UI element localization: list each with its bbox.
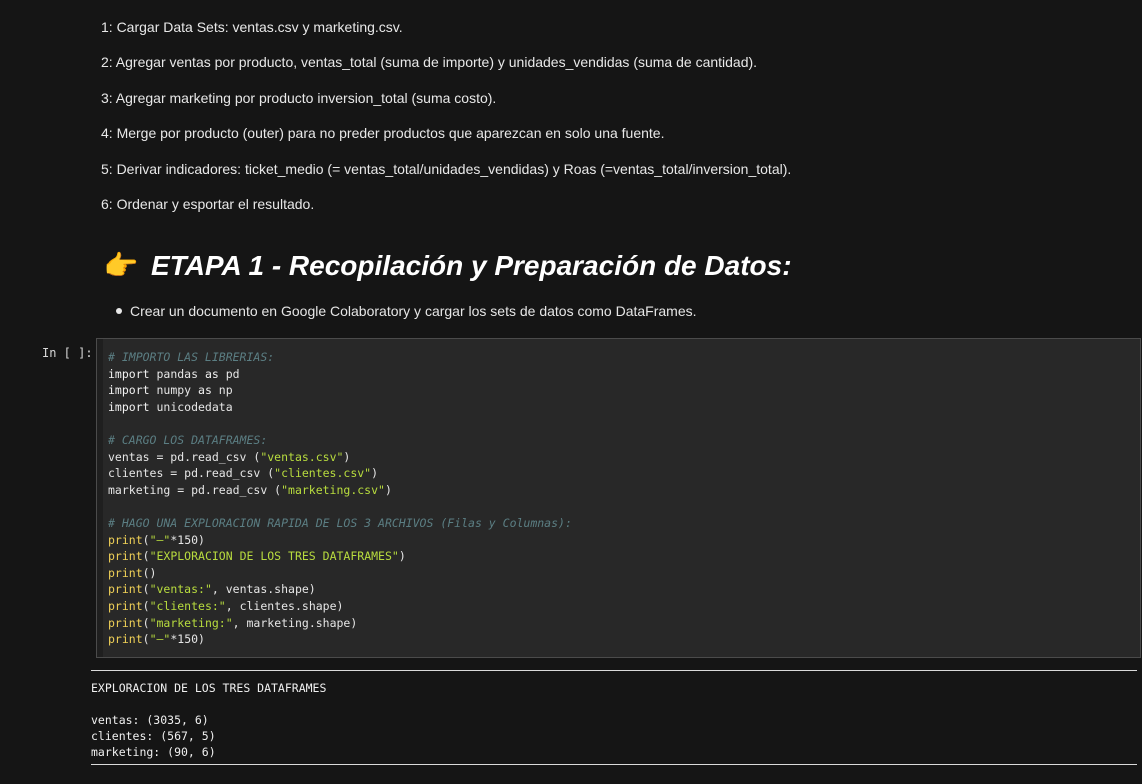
code-token: numpy (149, 383, 199, 398)
code-token: ( (142, 632, 150, 647)
step-3-text: 3: Agregar marketing por producto invers… (101, 90, 497, 106)
code-token: , marketing.shape) (232, 615, 358, 630)
code-token: pandas (149, 366, 205, 381)
code-token: , ventas.shape) (211, 582, 316, 597)
code-cell-left-bar (97, 339, 103, 657)
code-line: print("marketing:", marketing.shape) (108, 615, 572, 632)
code-token: import (108, 383, 150, 398)
code-line: clientes = pd.read_csv ("clientes.csv") (108, 465, 572, 482)
code-token: clientes = pd.read_csv ( (108, 466, 275, 481)
code-token: "marketing.csv" (281, 482, 385, 497)
code-token: "clientes.csv" (274, 466, 372, 481)
output-top-separator (91, 670, 1137, 671)
code-token: "marketing:" (149, 615, 233, 630)
step-6-text: 6: Ordenar y esportar el resultado. (101, 196, 315, 212)
code-line: print("EXPLORACION DE LOS TRES DATAFRAME… (108, 548, 572, 565)
step-4-text: 4: Merge por producto (outer) para no pr… (101, 125, 665, 141)
code-token: print (108, 615, 143, 630)
code-line: marketing = pd.read_csv ("marketing.csv"… (108, 482, 572, 499)
code-token: unicodedata (149, 399, 233, 414)
output-title: EXPLORACION DE LOS TRES DATAFRAMES (91, 681, 327, 695)
code-token: import (108, 399, 150, 414)
cell-output: EXPLORACION DE LOS TRES DATAFRAMES venta… (91, 680, 326, 760)
code-line: # CARGO LOS DATAFRAMES: (108, 432, 572, 449)
bullet-dot (116, 308, 122, 314)
code-line: print() (108, 565, 572, 582)
code-token: () (142, 565, 157, 580)
code-token: pd (218, 366, 240, 381)
code-token: print (108, 532, 143, 547)
code-line: print("clientes:", clientes.shape) (108, 598, 572, 615)
step-2-text: 2: Agregar ventas por producto, ventas_t… (101, 54, 758, 70)
output-bottom-separator (91, 764, 1137, 765)
code-line: print("—"*150) (108, 631, 572, 648)
notebook-page: 1: Cargar Data Sets: ventas.csv y market… (0, 0, 1142, 784)
code-token: print (108, 565, 143, 580)
code-token: ( (142, 615, 150, 630)
code-line: import unicodedata (108, 399, 572, 416)
step-1-text: 1: Cargar Data Sets: ventas.csv y market… (101, 19, 403, 35)
code-line: import pandas as pd (108, 366, 572, 383)
code-token: "ventas:" (149, 582, 212, 597)
code-token: ) (384, 482, 392, 497)
code-token: ) (398, 549, 406, 564)
code-token: *150) (170, 632, 205, 647)
output-blank-line (91, 696, 326, 712)
code-token: marketing = pd.read_csv ( (108, 482, 282, 497)
output-line: ventas: (3035, 6) (91, 713, 209, 727)
code-token: import (108, 366, 150, 381)
code-token: as (198, 383, 212, 398)
code-line: # IMPORTO LAS LIBRERIAS: (108, 349, 572, 366)
code-token: print (108, 582, 143, 597)
code-token: as (204, 366, 219, 381)
code-token: np (211, 383, 233, 398)
code-token: ) (371, 466, 379, 481)
code-token: print (108, 598, 143, 613)
code-cell-editor[interactable]: # IMPORTO LAS LIBRERIAS: import pandas as… (96, 338, 1141, 658)
code-token: print (108, 632, 143, 647)
code-token: *150) (170, 532, 205, 547)
code-token: "EXPLORACION DE LOS TRES DATAFRAMES" (149, 549, 399, 564)
stage-heading: 👉 ETAPA 1 - Recopilación y Preparación d… (103, 246, 792, 286)
code-token: ( (142, 549, 150, 564)
code-token: "—" (149, 532, 171, 547)
code-token: "—" (149, 632, 171, 647)
code-token: ( (142, 532, 150, 547)
bullet-item: Crear un documento en Google Colaborator… (113, 302, 697, 320)
code-token: "clientes:" (149, 598, 226, 613)
code-token: # HAGO UNA EXPLORACION RAPIDA DE LOS 3 A… (108, 515, 572, 530)
code-token: ) (343, 449, 351, 464)
bullet-text: Crear un documento en Google Colaborator… (130, 303, 697, 319)
code-line: ventas = pd.read_csv ("ventas.csv") (108, 449, 572, 466)
pointing-hand-icon: 👉 (103, 250, 139, 281)
code-line: print("—"*150) (108, 532, 572, 549)
code-line: print("ventas:", ventas.shape) (108, 581, 572, 598)
stage-heading-text: ETAPA 1 - Recopilación y Preparación de … (151, 250, 792, 281)
output-line: marketing: (90, 6) (91, 745, 216, 759)
code-token: ( (142, 582, 150, 597)
code-token: # IMPORTO LAS LIBRERIAS: (108, 350, 275, 364)
code-token: , clientes.shape) (225, 598, 344, 613)
cell-prompt: In [ ]: (42, 346, 93, 360)
output-line: clientes: (567, 5) (91, 729, 216, 743)
code-token: "ventas.csv" (260, 449, 344, 464)
step-5-text: 5: Derivar indicadores: ticket_medio (= … (101, 161, 792, 177)
code-line: import numpy as np (108, 382, 572, 399)
code-content[interactable]: # IMPORTO LAS LIBRERIAS: import pandas as… (108, 349, 572, 648)
code-token: # CARGO LOS DATAFRAMES: (108, 432, 268, 447)
code-line: # HAGO UNA EXPLORACION RAPIDA DE LOS 3 A… (108, 515, 572, 532)
code-token: ventas = pd.read_csv ( (108, 449, 261, 464)
code-token: ( (142, 598, 150, 613)
code-token: print (108, 549, 143, 564)
